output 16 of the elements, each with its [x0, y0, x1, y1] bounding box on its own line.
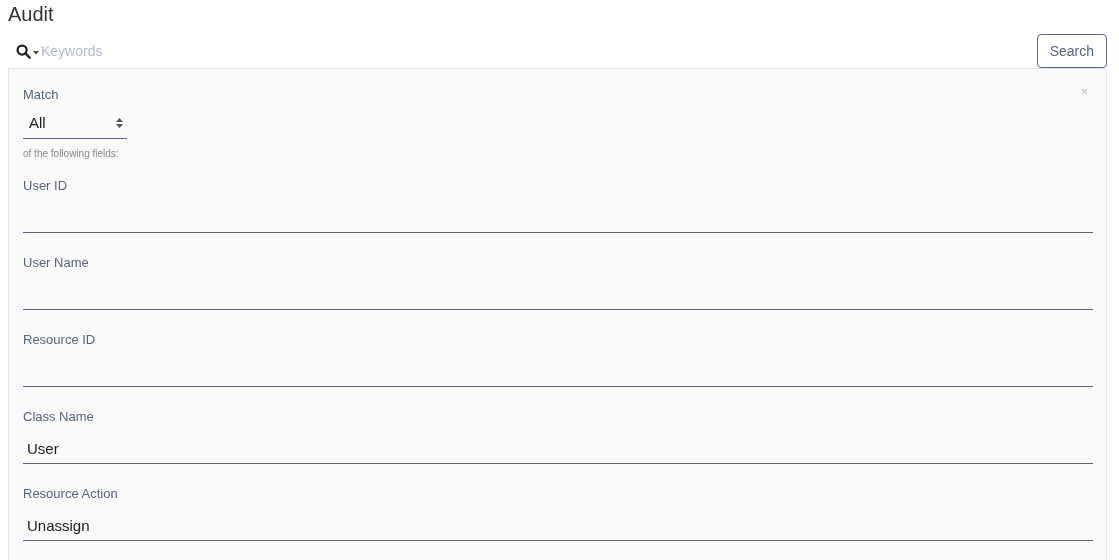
- sort-arrows-icon: [116, 118, 123, 128]
- field-label: Resource ID: [23, 332, 97, 348]
- match-hint: of the following fields:: [23, 147, 120, 161]
- text-field[interactable]: Unassign: [23, 510, 1093, 541]
- field-label: User ID: [23, 178, 69, 194]
- search-button[interactable]: Search: [1036, 34, 1107, 68]
- keywords-field[interactable]: Keywords: [41, 40, 441, 62]
- field-label: User Name: [23, 255, 90, 271]
- caret-icon[interactable]: [33, 51, 39, 55]
- search-icon[interactable]: [16, 43, 31, 59]
- field-label: Resource Action: [23, 486, 119, 502]
- match-select[interactable]: All: [23, 108, 127, 139]
- field-label: Class Name: [23, 409, 95, 425]
- page-title: Audit: [8, 2, 54, 26]
- text-field[interactable]: User: [23, 433, 1093, 464]
- match-label: Match: [23, 87, 59, 103]
